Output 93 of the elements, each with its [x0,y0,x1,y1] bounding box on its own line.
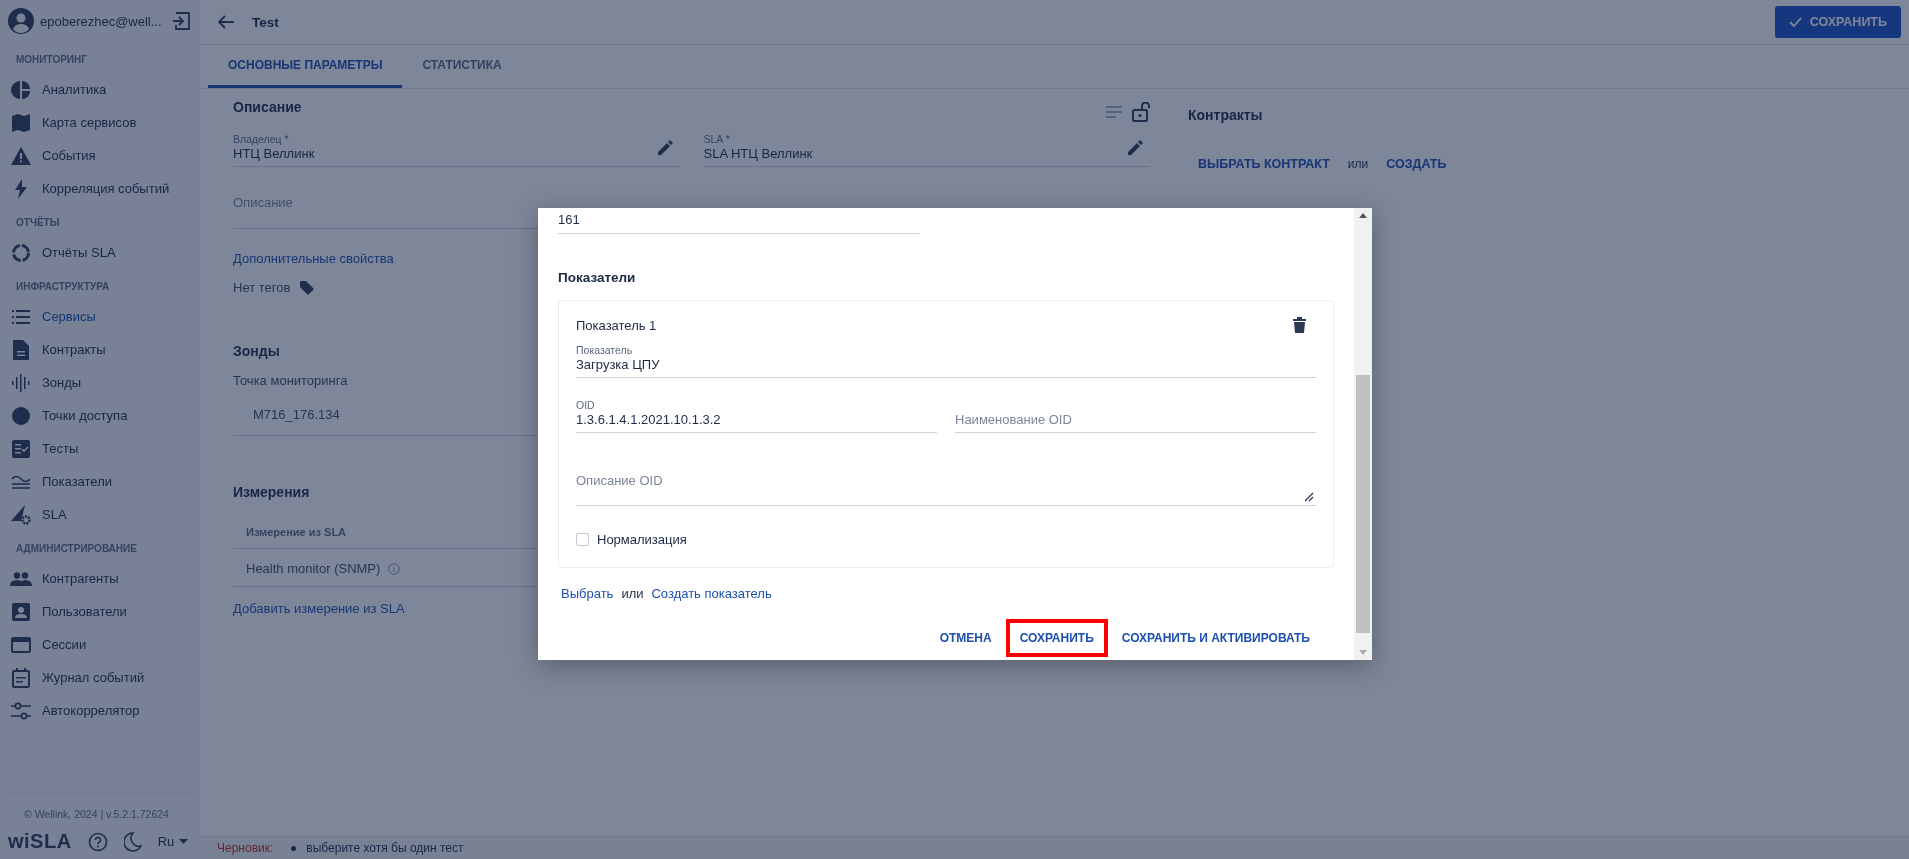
create-contract-button[interactable]: СОЗДАТЬ [1386,157,1447,171]
sidebar-item[interactable]: Тесты [0,432,200,465]
sidebar-item[interactable]: Пользователи [0,595,200,628]
scrollbar[interactable] [1354,208,1372,660]
section-title: Зонды [233,343,280,359]
tag-icon[interactable] [300,280,315,295]
or-text: или [621,586,644,601]
logout-icon[interactable] [172,12,190,30]
card-title: Показатель 1 [576,317,657,333]
tab[interactable]: СТАТИСТИКА [402,45,522,88]
field-label: Точка мониторинга [233,373,348,388]
moon-icon[interactable] [123,831,142,852]
choose-contract-button[interactable]: ВЫБРАТЬ КОНТРАКТ [1198,157,1330,171]
input-field[interactable]: OID 1.3.6.1.4.1.2021.10.1.3.2 [576,394,937,433]
ring-icon [11,242,31,263]
logo: wiSLA [8,830,72,853]
section-title: Измерения [233,484,310,500]
circle-icon [11,405,31,426]
checklist-icon [12,439,30,458]
add-measurement-link[interactable]: Добавить измерение из SLA [233,601,405,616]
pie-chart-icon [11,79,31,100]
sidebar-item[interactable]: Контрагенты [0,562,200,595]
select-field[interactable]: Владелец * НТЦ Веллинк [233,129,680,167]
save-button[interactable]: СОХРАНИТЬ [1774,6,1901,38]
checkbox-label: Нормализация [597,532,687,547]
copyright-text: © Wellink, 2024 | v.5.2.1.72624 [8,793,192,830]
warning-icon [11,146,31,165]
caret-icon [179,839,189,844]
sliders-icon [11,701,31,720]
back-arrow-icon[interactable] [218,15,234,29]
choose-link[interactable]: Выбрать [561,586,614,601]
sidebar-item[interactable]: Отчёты SLA [0,236,200,269]
section-title: Описание [233,99,302,115]
dialog-button[interactable]: СОХРАНИТЬ И АКТИВИРОВАТЬ [1107,619,1324,657]
text-area[interactable]: Описание OID [576,455,1316,506]
list-icon [12,309,30,324]
sidebar-item[interactable]: Сервисы [0,300,200,333]
sidebar-item[interactable]: Корреляция событий [0,172,200,205]
people-icon [10,571,32,586]
input-field[interactable]: Наименование OID [955,394,1316,433]
scroll-up-icon[interactable] [1359,213,1367,218]
sidebar-item[interactable]: Журнал событий [0,661,200,694]
sidebar-section-title: МОНИТОРИНГ [15,54,88,65]
dialog-button[interactable]: ОТМЕНА [925,619,1006,657]
window-icon [11,636,31,653]
status-label: Черновик: [217,841,274,855]
select-field[interactable]: Показатель Загрузка ЦПУ [576,339,1316,378]
sidebar-item[interactable]: Автокоррелятор [0,694,200,727]
sidebar-item[interactable]: Карта сервисов [0,106,200,139]
section-title: Контракты [1188,107,1264,123]
user-email: epoberezhec@well... [40,13,163,29]
sound-wave-icon [12,373,30,392]
map-icon [12,112,30,133]
person-card-icon [12,602,30,621]
unlock-icon[interactable] [1132,102,1150,122]
document-icon [13,339,29,360]
create-indicator-link[interactable]: Создать показатель [651,586,772,601]
sidebar-section-title: ОТЧЁТЫ [15,217,61,228]
select-field[interactable]: SLA * SLA НТЦ Веллинк [703,129,1150,167]
resize-grip-icon[interactable] [1304,492,1314,502]
lines-icon [12,474,30,489]
sidebar-section-title: ИНФРАСТРУКТУРА [15,281,111,292]
status-message: выберите хотя бы один тест [291,841,464,855]
language-select[interactable]: Ru [157,834,189,849]
sidebar-item[interactable]: Контракты [0,333,200,366]
dialog-button[interactable]: СОХРАНИТЬ [1005,619,1108,657]
section-title: Показатели [558,270,636,285]
table-cell: Health monitor (SNMP) [246,561,381,576]
page-title: Test [252,14,279,30]
check-icon [1788,17,1802,27]
lightning-icon [15,178,27,199]
scroll-down-icon[interactable] [1359,650,1367,655]
sidebar-item[interactable]: Показатели [0,465,200,498]
sidebar-item[interactable]: SLA [0,498,200,531]
sidebar-item[interactable]: Сессии [0,628,200,661]
tab[interactable]: ОСНОВНЫЕ ПАРАМЕТРЫ [208,45,403,88]
input-field[interactable]: 161 [558,208,920,234]
pencil-icon[interactable] [657,139,674,155]
or-text: или [1347,157,1369,171]
sidebar-item[interactable]: Зонды [0,366,200,399]
checkbox[interactable] [576,533,589,546]
triangle-gear-icon [11,504,31,525]
pencil-icon[interactable] [1128,139,1144,155]
sidebar-item[interactable]: События [0,139,200,172]
tags-text: Нет тегов [233,280,291,295]
sidebar-item[interactable]: Точки доступа [0,399,200,432]
trash-icon[interactable] [1293,317,1306,333]
sidebar-section-title: АДМИНИСТРИРОВАНИЕ [15,543,138,554]
avatar-icon [8,8,34,34]
help-icon[interactable] [87,831,108,852]
additional-properties-link[interactable]: Дополнительные свойства [233,251,394,266]
sidebar-item[interactable]: Аналитика [0,73,200,106]
calendar-icon [12,667,30,688]
